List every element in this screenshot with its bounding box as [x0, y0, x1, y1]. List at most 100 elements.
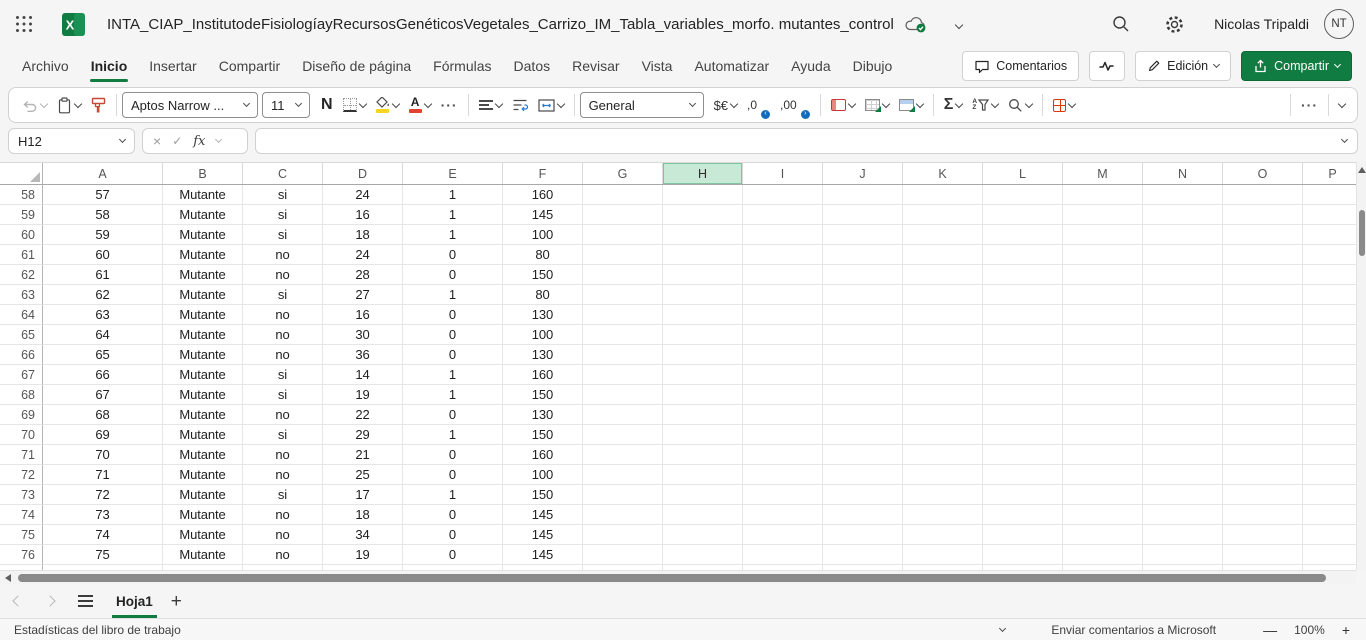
cell-G70[interactable] — [583, 425, 663, 445]
cell-M76[interactable] — [1063, 545, 1143, 565]
cell-C61[interactable]: no — [243, 245, 323, 265]
cell-D76[interactable]: 19 — [323, 545, 403, 565]
cell-N68[interactable] — [1143, 385, 1223, 405]
cell-D69[interactable]: 22 — [323, 405, 403, 425]
borders-button[interactable] — [338, 91, 371, 119]
cell-A68[interactable]: 67 — [43, 385, 163, 405]
cell-O59[interactable] — [1223, 205, 1303, 225]
cell-O68[interactable] — [1223, 385, 1303, 405]
cell-P61[interactable] — [1303, 245, 1356, 265]
cell-L75[interactable] — [983, 525, 1063, 545]
scroll-up-arrow-icon[interactable] — [1358, 167, 1366, 173]
row-header-67[interactable]: 67 — [0, 365, 43, 385]
cell-K73[interactable] — [903, 485, 983, 505]
cell-J68[interactable] — [823, 385, 903, 405]
all-sheets-menu-icon[interactable] — [78, 595, 93, 606]
cell-M63[interactable] — [1063, 285, 1143, 305]
cell-O70[interactable] — [1223, 425, 1303, 445]
cell-L63[interactable] — [983, 285, 1063, 305]
cell-M61[interactable] — [1063, 245, 1143, 265]
cell-D59[interactable]: 16 — [323, 205, 403, 225]
confirm-entry-button[interactable]: ✓ — [172, 134, 182, 148]
row-header-60[interactable]: 60 — [0, 225, 43, 245]
cell-E70[interactable]: 1 — [403, 425, 503, 445]
cell-C74[interactable]: no — [243, 505, 323, 525]
cell-H66[interactable] — [663, 345, 743, 365]
cell-K62[interactable] — [903, 265, 983, 285]
more-font-options-button[interactable]: ··· — [436, 91, 463, 119]
cell-F63[interactable]: 80 — [503, 285, 583, 305]
cell-B71[interactable]: Mutante — [163, 445, 243, 465]
cell-P62[interactable] — [1303, 265, 1356, 285]
cell-D65[interactable]: 30 — [323, 325, 403, 345]
cell-C65[interactable]: no — [243, 325, 323, 345]
menu-tab-revisar[interactable]: Revisar — [561, 48, 630, 84]
cell-C66[interactable]: no — [243, 345, 323, 365]
row-header-70[interactable]: 70 — [0, 425, 43, 445]
cell-N63[interactable] — [1143, 285, 1223, 305]
row-header-69[interactable]: 69 — [0, 405, 43, 425]
cell-L68[interactable] — [983, 385, 1063, 405]
cell-G60[interactable] — [583, 225, 663, 245]
cell-K61[interactable] — [903, 245, 983, 265]
cell-J70[interactable] — [823, 425, 903, 445]
cells-button[interactable] — [1048, 91, 1080, 119]
cell-F73[interactable]: 150 — [503, 485, 583, 505]
cell-J75[interactable] — [823, 525, 903, 545]
cell-G62[interactable] — [583, 265, 663, 285]
cell-P63[interactable] — [1303, 285, 1356, 305]
cell-A76[interactable]: 75 — [43, 545, 163, 565]
cell-P60[interactable] — [1303, 225, 1356, 245]
cell-I73[interactable] — [743, 485, 823, 505]
cell-A58[interactable]: 57 — [43, 185, 163, 205]
sheet-tab-hoja1[interactable]: Hoja1 — [112, 584, 157, 618]
menu-tab-insertar[interactable]: Insertar — [138, 48, 207, 84]
cell-A70[interactable]: 69 — [43, 425, 163, 445]
cell-B74[interactable]: Mutante — [163, 505, 243, 525]
column-header-A[interactable]: A — [43, 163, 163, 184]
cell-L62[interactable] — [983, 265, 1063, 285]
cell-M58[interactable] — [1063, 185, 1143, 205]
cell-J67[interactable] — [823, 365, 903, 385]
cell-N74[interactable] — [1143, 505, 1223, 525]
cell-E64[interactable]: 0 — [403, 305, 503, 325]
cell-B68[interactable]: Mutante — [163, 385, 243, 405]
cell-H76[interactable] — [663, 545, 743, 565]
cell-E69[interactable]: 0 — [403, 405, 503, 425]
row-header-66[interactable]: 66 — [0, 345, 43, 365]
cell-F75[interactable]: 145 — [503, 525, 583, 545]
cell-A65[interactable]: 64 — [43, 325, 163, 345]
cell-O63[interactable] — [1223, 285, 1303, 305]
cell-D58[interactable]: 24 — [323, 185, 403, 205]
cell-C60[interactable]: si — [243, 225, 323, 245]
cell-C73[interactable]: si — [243, 485, 323, 505]
cell-P70[interactable] — [1303, 425, 1356, 445]
cell-I70[interactable] — [743, 425, 823, 445]
user-name[interactable]: Nicolas Tripaldi — [1214, 16, 1309, 32]
cell-A62[interactable]: 61 — [43, 265, 163, 285]
cell-I61[interactable] — [743, 245, 823, 265]
cell-I69[interactable] — [743, 405, 823, 425]
cell-E58[interactable]: 1 — [403, 185, 503, 205]
cell-K59[interactable] — [903, 205, 983, 225]
cell-I72[interactable] — [743, 465, 823, 485]
share-button[interactable]: Compartir — [1241, 51, 1352, 81]
cell-J72[interactable] — [823, 465, 903, 485]
cell-C70[interactable]: si — [243, 425, 323, 445]
cell-I63[interactable] — [743, 285, 823, 305]
add-sheet-button[interactable]: + — [171, 592, 182, 611]
cell-A75[interactable]: 74 — [43, 525, 163, 545]
cell-J69[interactable] — [823, 405, 903, 425]
cell-C62[interactable]: no — [243, 265, 323, 285]
cell-F76[interactable]: 145 — [503, 545, 583, 565]
undo-button[interactable] — [16, 91, 52, 119]
cell-M62[interactable] — [1063, 265, 1143, 285]
column-header-J[interactable]: J — [823, 163, 903, 184]
cell-M71[interactable] — [1063, 445, 1143, 465]
menu-tab-dibujo[interactable]: Dibujo — [842, 48, 904, 84]
cell-D70[interactable]: 29 — [323, 425, 403, 445]
cell-C59[interactable]: si — [243, 205, 323, 225]
row-header-68[interactable]: 68 — [0, 385, 43, 405]
send-feedback-link[interactable]: Enviar comentarios a Microsoft — [1051, 623, 1216, 637]
column-header-G[interactable]: G — [583, 163, 663, 184]
